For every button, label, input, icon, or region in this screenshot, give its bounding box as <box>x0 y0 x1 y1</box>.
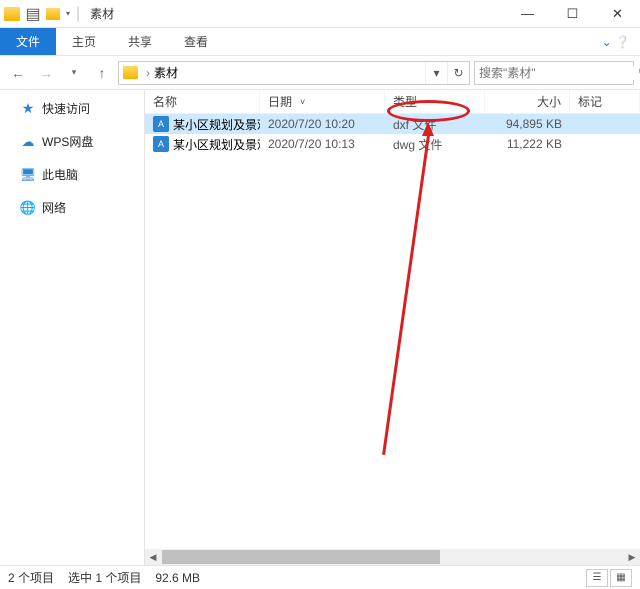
cloud-icon: ☁ <box>20 134 36 150</box>
column-header-tag[interactable]: 标记 <box>570 90 640 113</box>
file-size-cell: 11,222 KB <box>485 137 570 151</box>
file-row[interactable]: A 某小区规划及景观... 2020/7/20 10:13 dwg 文件 11,… <box>145 134 640 154</box>
file-size-cell: 94,895 KB <box>485 117 570 131</box>
minimize-button[interactable]: — <box>505 0 550 28</box>
nav-recent-caret[interactable]: ▾ <box>62 61 86 85</box>
search-box[interactable]: 🔍 <box>474 61 634 85</box>
file-row[interactable]: A 某小区规划及景观... 2020/7/20 10:20 dxf 文件 94,… <box>145 114 640 134</box>
horizontal-scrollbar[interactable]: ◀ ▶ <box>145 549 640 565</box>
file-type-cell: dxf 文件 <box>385 116 485 133</box>
file-name-cell: A 某小区规划及景观... <box>145 116 260 133</box>
nav-back-button[interactable]: ← <box>6 61 30 85</box>
status-bar: 2 个项目 选中 1 个项目 92.6 MB ☰ ▦ <box>0 565 640 589</box>
column-header-row: 名称 日期˅ 类型 大小 标记 <box>145 90 640 114</box>
column-header-name[interactable]: 名称 <box>145 90 260 113</box>
tab-view[interactable]: 查看 <box>168 28 224 55</box>
address-bar[interactable]: › 素材 ▾ ↻ <box>118 61 470 85</box>
folder-icon <box>4 7 20 21</box>
nav-forward-button[interactable]: → <box>34 61 58 85</box>
title-bar: ▤ ▾ | 素材 — ☐ ✕ <box>0 0 640 28</box>
status-selection: 选中 1 个项目 <box>68 569 141 586</box>
sidebar-item-wps[interactable]: ☁ WPS网盘 <box>0 129 144 154</box>
tab-file[interactable]: 文件 <box>0 28 56 55</box>
status-item-count: 2 个项目 <box>8 569 54 586</box>
close-button[interactable]: ✕ <box>595 0 640 28</box>
qat-overflow-icon[interactable]: ▾ <box>62 9 74 18</box>
nav-up-button[interactable]: ↑ <box>90 61 114 85</box>
file-date-cell: 2020/7/20 10:20 <box>260 117 385 131</box>
star-icon: ★ <box>20 101 36 117</box>
qat-open-icon[interactable] <box>46 8 60 20</box>
sidebar-item-label: WPS网盘 <box>42 133 93 150</box>
view-details-button[interactable]: ☰ <box>586 569 608 587</box>
ribbon: 文件 主页 共享 查看 ⌄ ❔ <box>0 28 640 56</box>
file-type-cell: dwg 文件 <box>385 136 485 153</box>
sidebar-item-this-pc[interactable]: 🖥 此电脑 <box>0 162 144 187</box>
view-icons-button[interactable]: ▦ <box>610 569 632 587</box>
sidebar-item-quick-access[interactable]: ★ 快速访问 <box>0 96 144 121</box>
sidebar-item-label: 快速访问 <box>42 100 90 117</box>
ribbon-help-icon[interactable]: ⌄ ❔ <box>592 28 640 55</box>
maximize-button[interactable]: ☐ <box>550 0 595 28</box>
file-name-cell: A 某小区规划及景观... <box>145 136 260 153</box>
file-list: 名称 日期˅ 类型 大小 标记 A 某小区规划及景观... 2020/7/20 … <box>145 90 640 565</box>
file-date-cell: 2020/7/20 10:13 <box>260 137 385 151</box>
scroll-left-arrow[interactable]: ◀ <box>145 549 161 565</box>
column-header-date[interactable]: 日期˅ <box>260 90 385 113</box>
monitor-icon: 🖥 <box>20 167 36 183</box>
sidebar-item-network[interactable]: 🌐 网络 <box>0 195 144 220</box>
breadcrumb-item[interactable]: 素材 <box>154 64 178 81</box>
tab-share[interactable]: 共享 <box>112 28 168 55</box>
network-icon: 🌐 <box>20 200 36 216</box>
column-header-size[interactable]: 大小 <box>485 90 570 113</box>
qat-properties-icon[interactable]: ▤ <box>22 3 44 25</box>
sort-indicator-icon: ˅ <box>300 97 305 107</box>
scroll-right-arrow[interactable]: ▶ <box>624 549 640 565</box>
status-size: 92.6 MB <box>155 571 200 585</box>
sidebar: ★ 快速访问 ☁ WPS网盘 🖥 此电脑 🌐 网络 <box>0 90 145 565</box>
sidebar-item-label: 网络 <box>42 199 66 216</box>
scroll-thumb[interactable] <box>162 550 440 564</box>
file-icon: A <box>153 116 169 132</box>
address-folder-icon <box>123 66 138 79</box>
address-dropdown[interactable]: ▾ <box>425 62 447 84</box>
nav-bar: ← → ▾ ↑ › 素材 ▾ ↻ 🔍 <box>0 56 640 90</box>
search-input[interactable] <box>475 66 638 80</box>
refresh-button[interactable]: ↻ <box>447 62 469 84</box>
file-icon: A <box>153 136 169 152</box>
column-header-type[interactable]: 类型 <box>385 90 485 113</box>
sidebar-item-label: 此电脑 <box>42 166 78 183</box>
window-title: 素材 <box>84 5 505 22</box>
breadcrumb-sep: › <box>142 66 154 80</box>
tab-home[interactable]: 主页 <box>56 28 112 55</box>
